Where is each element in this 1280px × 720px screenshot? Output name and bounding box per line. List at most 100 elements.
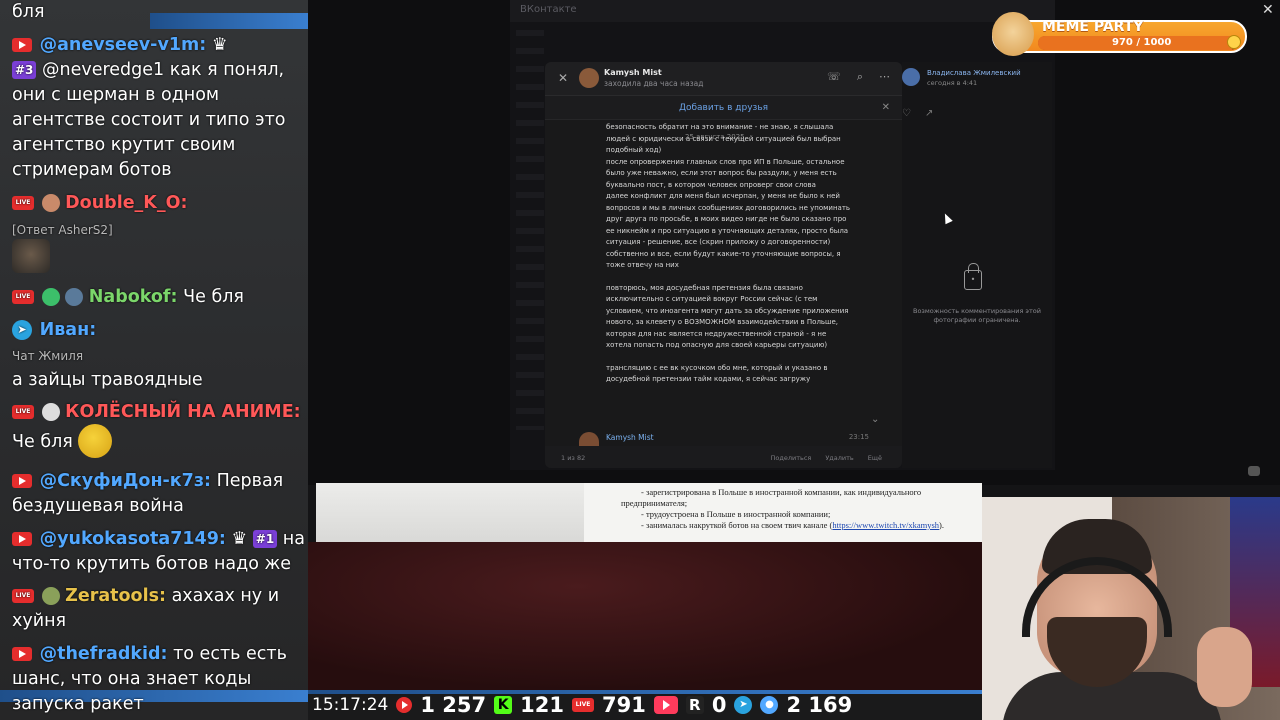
avatar[interactable] bbox=[579, 68, 599, 88]
rutube-icon: R bbox=[685, 696, 704, 714]
doc-line: - зарегистрирована в Польше в иностранно… bbox=[641, 487, 922, 497]
webcam-feed bbox=[982, 497, 1280, 720]
message-author[interactable]: Kamysh Mist bbox=[606, 433, 654, 442]
youtube-icon bbox=[12, 647, 32, 661]
stream-overlay: ВКонтакте ✕ Kamysh Mist заходила два час… bbox=[0, 0, 1280, 720]
dizzy-face-emoji bbox=[78, 424, 112, 458]
contact-status: заходила два часа назад bbox=[604, 79, 704, 88]
close-icon[interactable]: ✕ bbox=[558, 71, 568, 85]
phone-icon[interactable]: ☏ bbox=[827, 70, 841, 84]
add-friend-banner: Добавить в друзья ✕ bbox=[545, 96, 902, 120]
add-friend-button[interactable]: Добавить в друзья bbox=[679, 103, 768, 113]
chat-line: #3 @neveredge1 как я понял, bbox=[12, 58, 284, 83]
paper-texture bbox=[316, 483, 584, 542]
chat-source-label: Чат Жмиля bbox=[12, 349, 84, 363]
chat-message: @yukokasota7149: ♛ #1 на bbox=[12, 527, 305, 552]
chat-line: они с шерман в одном bbox=[12, 85, 220, 105]
rank-badge: #3 bbox=[12, 61, 37, 79]
vk-live-icon: LIVE bbox=[12, 589, 34, 603]
telegram-icon: ➤ bbox=[12, 320, 32, 340]
meme-party-widget: MEME PARTY 970 / 1000 bbox=[992, 12, 1247, 56]
vk-live-icon: LIVE bbox=[12, 196, 34, 210]
chat-message: @anevseev-v1m: ♛ bbox=[12, 33, 228, 58]
message-paragraph: после опровержения главных слов про ИП в… bbox=[606, 157, 845, 189]
crown-icon: ♛ bbox=[231, 529, 248, 549]
chat-line: бля bbox=[12, 2, 45, 22]
chat-header: ✕ Kamysh Mist заходила два часа назад ☏ … bbox=[545, 62, 902, 96]
username[interactable]: Zeratools: bbox=[65, 586, 166, 606]
username[interactable]: КОЛЁСНЫЙ НА АНИМЕ: bbox=[65, 402, 301, 422]
avatar[interactable] bbox=[902, 68, 920, 86]
avatar-emote bbox=[41, 194, 60, 212]
heart-icon[interactable]: ♡ bbox=[902, 108, 911, 119]
chat-message: LIVE Zeratools: ахахах ну и bbox=[12, 584, 279, 609]
footer-actions: Поделиться Удалить Ещё bbox=[770, 454, 882, 462]
more-button[interactable]: Ещё bbox=[868, 454, 882, 462]
message-paragraph: трансляцию с ее вк кусочком обо мне, кот… bbox=[606, 363, 828, 384]
contact-name[interactable]: Kamysh Mist bbox=[604, 68, 662, 77]
twitch-link[interactable]: https://www.twitch.tv/xkamysh bbox=[832, 520, 939, 530]
username[interactable]: @anevseev-v1m: bbox=[40, 35, 207, 55]
telegram-icon: ➤ bbox=[734, 696, 753, 714]
rank-badge: #1 bbox=[252, 530, 278, 548]
chat-line: агентстве состоит и типо это bbox=[12, 110, 286, 130]
chat-line: бездушевая война bbox=[12, 496, 184, 516]
vklive-viewers: 791 bbox=[601, 693, 646, 717]
stream-chat: бля @anevseev-v1m: ♛ #3 @neveredge1 как … bbox=[0, 0, 308, 720]
share-icon[interactable]: ↗ bbox=[925, 108, 933, 119]
delete-button[interactable]: Удалить bbox=[825, 454, 853, 462]
chat-line: стримерам ботов bbox=[12, 160, 172, 180]
message-time: 23:15 bbox=[848, 433, 869, 441]
message-text: то есть есть bbox=[173, 644, 287, 664]
search-icon[interactable]: ⌕ bbox=[857, 70, 863, 84]
chevron-down-icon[interactable]: ⌄ bbox=[871, 414, 879, 425]
doc-line-end: ). bbox=[939, 520, 945, 530]
youtube-icon bbox=[12, 38, 32, 52]
username[interactable]: Double_K_O: bbox=[65, 193, 187, 213]
username[interactable]: @СкуфиДон-к7з: bbox=[40, 471, 211, 491]
doc-line: - трудоустроена в Польше в иностранной к… bbox=[641, 509, 831, 519]
stream-clock: 15:17:24 bbox=[312, 695, 389, 715]
comments-locked-note: Возможность комментирования этой фотогра… bbox=[912, 307, 1041, 324]
chat-bubble-icon[interactable] bbox=[1248, 466, 1260, 476]
message-text: @neveredge1 как я понял, bbox=[41, 60, 285, 80]
chat-message: ➤ Иван: bbox=[12, 318, 96, 343]
doge-icon bbox=[992, 12, 1034, 56]
document-text: - зарегистрирована в Польше в иностранно… bbox=[621, 487, 945, 531]
message-text: Че бля bbox=[183, 287, 244, 307]
doc-line: предпринимателя; bbox=[621, 498, 688, 508]
chat-line: запуска ракет bbox=[12, 694, 144, 714]
coin-icon bbox=[1227, 35, 1241, 49]
progress-value: 970 / 1000 bbox=[1112, 37, 1172, 48]
vk-sidebar bbox=[516, 30, 544, 430]
close-icon[interactable]: ✕ bbox=[1262, 2, 1274, 18]
document-excerpt: - зарегистрирована в Польше в иностранно… bbox=[316, 483, 982, 542]
chat-message: LIVE Nabokof: Че бля bbox=[12, 285, 244, 310]
username[interactable]: @yukokasota7149: bbox=[40, 529, 226, 549]
message-text: безопасность обратит на это внимание - н… bbox=[606, 122, 851, 397]
kick-viewers: 121 bbox=[520, 693, 564, 717]
message-paragraph: безопасность обратит на это внимание - н… bbox=[606, 123, 841, 154]
badge-emote bbox=[65, 288, 84, 306]
more-icon[interactable]: ⋯ bbox=[879, 70, 890, 84]
photo-actions: ♡ ↗ bbox=[902, 108, 933, 119]
verified-icon bbox=[41, 288, 60, 306]
rutube-viewers: 0 bbox=[711, 693, 727, 717]
message-paragraph: собственно и все, если будут какие-то ут… bbox=[606, 249, 841, 270]
username[interactable]: @thefradkid: bbox=[40, 644, 168, 664]
sticker-image bbox=[12, 239, 50, 273]
user-icon: ● bbox=[760, 696, 779, 714]
vk-live-icon: LIVE bbox=[571, 698, 594, 712]
message-paragraph: далее конфликт для меня был исчерпан, у … bbox=[606, 192, 851, 246]
username[interactable]: Nabokof: bbox=[89, 287, 178, 307]
vk-logo-label: ВКонтакте bbox=[520, 4, 577, 15]
photo-info-panel: Владислава Жмилевский сегодня в 4:41 ♡ ↗… bbox=[902, 62, 1052, 468]
chat-message: LIVE Double_K_O: bbox=[12, 191, 188, 216]
chat-message: @thefradkid: то есть есть bbox=[12, 642, 287, 667]
close-banner-icon[interactable]: ✕ bbox=[882, 96, 890, 120]
share-button[interactable]: Поделиться bbox=[770, 454, 811, 462]
chat-line: Че бля bbox=[12, 432, 73, 452]
header-actions: ☏ ⌕ ⋯ bbox=[827, 70, 890, 84]
author-name[interactable]: Владислава Жмилевский bbox=[927, 69, 1021, 77]
username[interactable]: Иван: bbox=[40, 320, 97, 340]
